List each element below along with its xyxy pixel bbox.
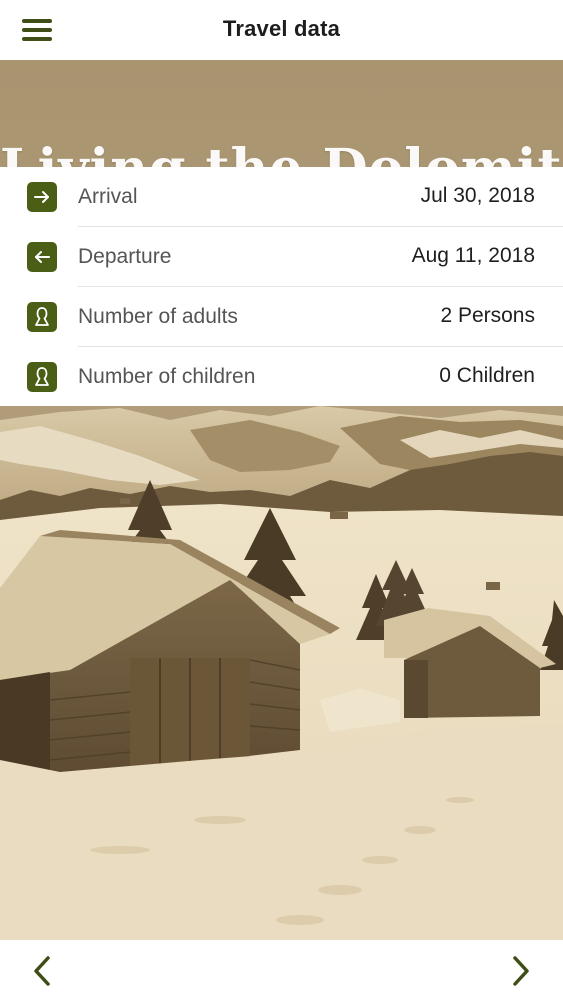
- adults-row[interactable]: Number of adults 2 Persons: [0, 287, 563, 347]
- departure-row[interactable]: Departure Aug 11, 2018: [0, 227, 563, 287]
- arrival-row[interactable]: Arrival Jul 30, 2018: [0, 167, 563, 227]
- departure-value: Aug 11, 2018: [411, 244, 535, 267]
- arrival-value: Jul 30, 2018: [420, 184, 535, 207]
- bottom-navigation-bar: [0, 940, 563, 1000]
- person-icon: [27, 302, 57, 332]
- arrival-label: Arrival: [78, 185, 138, 208]
- children-row[interactable]: Number of children 0 Children: [0, 347, 563, 407]
- top-navigation-bar: Travel data: [0, 0, 563, 60]
- children-value: 0 Children: [439, 364, 535, 387]
- travel-data-list: Arrival Jul 30, 2018 Departure Aug 11, 2…: [0, 167, 563, 406]
- children-label: Number of children: [78, 365, 256, 388]
- departure-label: Departure: [78, 245, 172, 268]
- arrow-left-icon: [27, 242, 57, 272]
- arrow-right-icon: [27, 182, 57, 212]
- chevron-right-icon[interactable]: [505, 954, 537, 988]
- chevron-left-icon[interactable]: [26, 954, 58, 988]
- person-icon: [27, 362, 57, 392]
- adults-value: 2 Persons: [440, 304, 535, 327]
- page-title: Travel data: [222, 16, 341, 41]
- adults-label: Number of adults: [78, 305, 238, 328]
